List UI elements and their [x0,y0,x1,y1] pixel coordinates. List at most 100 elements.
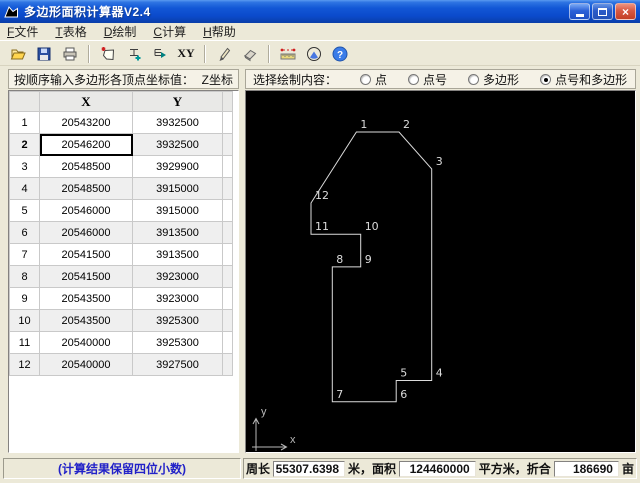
move-row-icon [154,48,166,58]
insert-row-button[interactable] [121,43,147,65]
erase-button[interactable] [237,43,263,65]
draw-button[interactable] [211,43,237,65]
polygon-outline [310,131,433,403]
coordinate-header-label: 按顺序输入多边形各顶点坐标值： [14,72,195,87]
cell-extra [222,353,233,376]
maximize-button[interactable] [592,3,613,20]
table-row: 7 20541500 3913500 [9,243,233,266]
menu-bar: F文件 T表格 D绘制 C计算 H帮助 [0,23,640,41]
insert-row-icon [130,48,141,60]
cell-y[interactable]: 3913500 [132,221,223,244]
toolbar-separator [268,44,270,63]
cell-y[interactable]: 3915000 [132,199,223,222]
column-header-y[interactable]: Y [132,91,223,112]
menu-item-4[interactable]: H帮助 [203,23,236,40]
save-button[interactable] [31,43,57,65]
cell-x[interactable]: 20543500 [39,309,133,332]
cell-y[interactable]: 3929900 [132,155,223,178]
mu-unit-label: 亩 [621,462,634,476]
column-header-x[interactable]: X [39,91,133,112]
cell-extra [222,287,233,310]
cell-y[interactable]: 3927500 [132,353,223,376]
status-results-panel: 周长 55307.6398 米，面积 124460000 平方米，折合 1866… [243,458,637,479]
table-row: 10 20543500 3925300 [9,309,233,332]
print-button[interactable] [57,43,83,65]
radio-icon [468,73,480,85]
move-row-button[interactable] [147,43,173,65]
cell-x[interactable]: 20546000 [39,199,133,222]
help-icon: ? [332,46,348,61]
cell-y[interactable]: 3932500 [132,111,223,134]
table-row: 5 20546000 3915000 [9,199,233,222]
radio-option-3[interactable]: 点号和多边形 [540,71,627,88]
row-number: 5 [9,199,40,222]
menu-item-2[interactable]: D绘制 [104,23,137,40]
cell-x[interactable]: 20541500 [39,265,133,288]
table-row: 11 20540000 3925300 [9,331,233,354]
coordinate-grid: X Y 1 20543200 3932500 2 20546200 3932500 3 205… [8,90,239,453]
cell-y[interactable]: 3932500 [132,133,223,156]
vertex-label-11: 11 [315,220,329,233]
menu-item-3[interactable]: C计算 [153,23,186,40]
vertex-label-2: 2 [403,118,410,131]
svg-text:?: ? [337,50,343,61]
vertex-label-6: 6 [400,388,407,401]
menu-label: 帮助 [211,25,236,39]
cell-y[interactable]: 3923000 [132,287,223,310]
cell-x[interactable]: 20540000 [39,353,133,376]
cell-x[interactable]: 20548500 [39,177,133,200]
cell-x[interactable]: 20541500 [39,243,133,266]
drawing-canvas[interactable]: 1 2 3 4 5 6 7 8 9 10 11 12 y x [245,90,636,453]
cell-y[interactable]: 3925300 [132,331,223,354]
xy-input-button[interactable]: XY [173,43,199,65]
vertex-label-3: 3 [436,155,443,168]
radio-option-0[interactable]: 点 [360,71,387,88]
mu-value-field: 186690 [553,460,619,477]
table-row: 4 20548500 3915000 [9,177,233,200]
table-row: 2 20546200 3932500 [9,133,233,156]
row-number: 10 [9,309,40,332]
close-button[interactable]: × [615,3,636,20]
cell-x[interactable]: 20543500 [39,287,133,310]
menu-item-0[interactable]: F文件 [7,23,38,40]
help-button[interactable]: ? [327,43,353,65]
axis-indicator: yx [252,406,296,451]
radio-option-1[interactable]: 点号 [408,71,447,88]
radio-label: 点号 [423,72,448,87]
status-note-panel: (计算结果保留四位小数) [3,458,241,479]
cell-x[interactable]: 20543200 [39,111,133,134]
z-coordinate-button[interactable]: Z坐标 [202,71,233,88]
perimeter-unit-label: 米，面积 [348,462,397,476]
radio-label: 点号和多边形 [555,72,628,87]
radio-option-2[interactable]: 多边形 [468,71,519,88]
measure-length-button[interactable] [275,43,301,65]
cell-x[interactable]: 20548500 [39,155,133,178]
row-number: 3 [9,155,40,178]
area-circle-icon [307,46,321,61]
toolbar-separator [88,44,90,63]
cell-y[interactable]: 3913500 [132,243,223,266]
cell-x[interactable]: 20540000 [39,331,133,354]
radio-label: 点 [375,72,388,87]
cell-x[interactable]: 20546000 [39,221,133,244]
menu-item-1[interactable]: T表格 [55,23,86,40]
cell-y[interactable]: 3925300 [132,309,223,332]
cell-extra [222,155,233,178]
minimize-button[interactable] [569,3,590,20]
eraser-icon [244,49,257,61]
draw-options-bar: 选择绘制内容： 点 点号 多边形 点号和多边形 [245,69,636,89]
vertex-label-1: 1 [360,118,367,131]
measure-area-button[interactable] [301,43,327,65]
table-row: 6 20546000 3913500 [9,221,233,244]
radio-icon [540,73,552,85]
cell-y[interactable]: 3923000 [132,265,223,288]
menu-label: 计算 [162,25,187,39]
row-number: 12 [9,353,40,376]
new-polygon-button[interactable] [95,43,121,65]
row-number: 8 [9,265,40,288]
cell-y[interactable]: 3915000 [132,177,223,200]
cell-extra [222,265,233,288]
cell-x[interactable]: 20546200 [39,133,133,156]
coordinate-panel-header: 按顺序输入多边形各顶点坐标值： Z坐标 [8,69,239,89]
open-button[interactable] [5,43,31,65]
